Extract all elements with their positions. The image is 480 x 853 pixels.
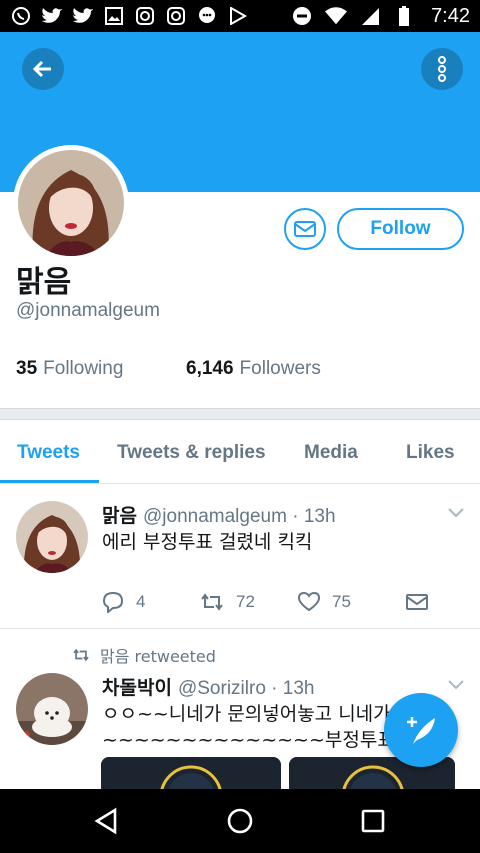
like-count: 75 bbox=[332, 592, 351, 611]
tweet-text-line: ㅇㅇ~~니네가 문의넣어놓고 니네가 bbox=[102, 703, 391, 725]
square-recents-icon bbox=[361, 809, 385, 833]
profile-display-name: 맑음 bbox=[16, 265, 72, 300]
whatsapp-icon bbox=[10, 5, 32, 27]
retweet-icon bbox=[73, 648, 89, 662]
retweeted-label: 맑음 retweeted bbox=[100, 647, 216, 666]
reply-icon bbox=[102, 591, 124, 613]
message-button[interactable] bbox=[284, 208, 326, 250]
tab-tweets-replies[interactable]: Tweets & replies bbox=[117, 442, 266, 464]
play-store-icon bbox=[227, 5, 249, 27]
nav-home-button[interactable] bbox=[222, 803, 258, 839]
following-count: 35 bbox=[16, 358, 38, 379]
compose-feather-icon bbox=[407, 717, 435, 744]
tweet-meta: @Sorizilro · 13h bbox=[177, 678, 315, 699]
followers-stat[interactable]: 6,146 Followers bbox=[186, 358, 321, 380]
compose-tweet-button[interactable] bbox=[384, 693, 458, 767]
battery-icon bbox=[393, 5, 415, 27]
more-vertical-icon bbox=[438, 56, 446, 82]
tweet-author-name: 차돌박이 bbox=[102, 677, 172, 699]
profile-avatar[interactable] bbox=[13, 145, 129, 261]
retweet-action[interactable]: 72 bbox=[200, 592, 298, 612]
profile-handle: @jonnamalgeum bbox=[16, 300, 160, 321]
twitter-icon bbox=[41, 5, 63, 27]
more-options-button[interactable] bbox=[421, 48, 463, 90]
tab-tweets[interactable]: Tweets bbox=[17, 442, 80, 464]
do-not-disturb-icon bbox=[291, 5, 313, 27]
status-bar: 7:42 bbox=[0, 0, 480, 32]
triangle-back-icon bbox=[94, 807, 117, 835]
active-tab-indicator bbox=[0, 480, 99, 483]
circle-home-icon bbox=[227, 808, 253, 834]
dm-share-action[interactable] bbox=[406, 594, 428, 610]
tweet-header: 맑음 @jonnamalgeum · 13h bbox=[102, 501, 336, 528]
tweet-author-name: 맑음 bbox=[102, 505, 137, 527]
profile-stats: 35 Following 6,146 Followers bbox=[16, 358, 321, 380]
nav-back-button[interactable] bbox=[88, 803, 124, 839]
chevron-down-icon[interactable] bbox=[447, 507, 465, 519]
follow-button[interactable]: Follow bbox=[337, 208, 464, 250]
back-arrow-icon bbox=[32, 60, 51, 78]
heart-icon bbox=[298, 592, 320, 612]
chat-icon bbox=[196, 5, 218, 27]
retweet-icon bbox=[201, 593, 223, 611]
envelope-icon bbox=[294, 221, 316, 237]
instagram-icon bbox=[165, 5, 187, 27]
following-stat[interactable]: 35 Following bbox=[16, 358, 186, 380]
tweet-text: 에리 부정투표 걸렸네 킥킥 bbox=[102, 531, 313, 553]
tab-media[interactable]: Media bbox=[304, 442, 358, 464]
tweet-meta: @jonnamalgeum · 13h bbox=[143, 506, 336, 527]
nav-recents-button[interactable] bbox=[355, 803, 391, 839]
envelope-icon bbox=[406, 594, 428, 610]
following-label: Following bbox=[43, 358, 124, 379]
followers-count: 6,146 bbox=[186, 358, 234, 379]
back-button[interactable] bbox=[22, 48, 64, 90]
reply-count: 4 bbox=[136, 592, 146, 611]
system-nav-bar bbox=[0, 789, 480, 853]
image-icon bbox=[103, 5, 125, 27]
tweet-actions: 4 72 75 bbox=[102, 591, 428, 613]
tab-likes[interactable]: Likes bbox=[406, 442, 455, 464]
chevron-down-icon[interactable] bbox=[447, 679, 465, 691]
tweet-item[interactable]: 맑음 @jonnamalgeum · 13h 에리 부정투표 걸렸네 킥킥 4 … bbox=[0, 485, 480, 629]
instagram-icon bbox=[134, 5, 156, 27]
retweet-count: 72 bbox=[236, 592, 255, 611]
wifi-icon bbox=[325, 5, 348, 27]
reply-action[interactable]: 4 bbox=[102, 591, 200, 613]
status-time: 7:42 bbox=[431, 4, 470, 27]
profile-tabs: Tweets Tweets & replies Media Likes bbox=[0, 420, 480, 484]
tweet-header: 차돌박이 @Sorizilro · 13h bbox=[102, 673, 314, 700]
followers-label: Followers bbox=[239, 358, 321, 379]
avatar bbox=[18, 150, 124, 256]
section-divider bbox=[0, 408, 480, 420]
tweet-text-line: ~~~~~~~~~~~~~~부정투표~~ bbox=[102, 729, 427, 751]
tweet-avatar[interactable] bbox=[16, 673, 88, 745]
tweet-avatar[interactable] bbox=[16, 501, 88, 573]
signal-icon bbox=[359, 5, 381, 27]
twitter-icon bbox=[72, 5, 94, 27]
like-action[interactable]: 75 bbox=[298, 592, 406, 612]
retweeted-indicator: 맑음 retweeted bbox=[72, 643, 216, 667]
